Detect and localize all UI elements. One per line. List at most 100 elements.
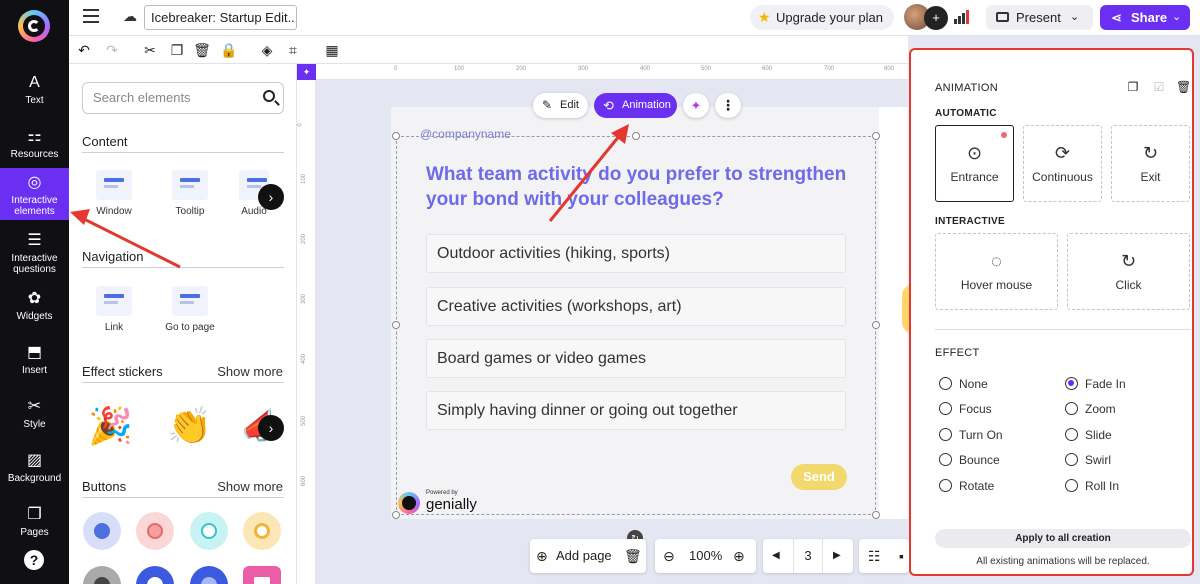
resize-handle[interactable] bbox=[392, 132, 400, 140]
copy-icon[interactable]: ❐ bbox=[168, 41, 186, 59]
sidebar-item-pages[interactable]: ❐ Pages bbox=[0, 500, 69, 550]
effect-radio-zoom[interactable]: Zoom bbox=[1065, 402, 1116, 416]
previous-page-icon[interactable]: ◀ bbox=[772, 539, 780, 573]
sidebar-item-label: Background bbox=[7, 473, 62, 484]
clapping-hands-sticker-icon[interactable]: 👏 bbox=[167, 404, 212, 448]
resize-handle[interactable] bbox=[872, 321, 880, 329]
delete-animation-icon[interactable]: 🗑 bbox=[1176, 80, 1191, 94]
sidebar-item-widgets[interactable]: ✿ Widgets bbox=[0, 284, 69, 334]
resize-handle[interactable] bbox=[632, 132, 640, 140]
effect-radio-swirl[interactable]: Swirl bbox=[1065, 453, 1111, 467]
effect-radio-rotate[interactable]: Rotate bbox=[939, 479, 994, 493]
share-button[interactable]: ⋖ Share ⌄ bbox=[1100, 5, 1190, 30]
more-options-icon[interactable]: ⋮ bbox=[715, 93, 741, 118]
pin-icon[interactable]: ✦ bbox=[297, 64, 316, 80]
redo-icon[interactable]: ↷ bbox=[103, 41, 121, 59]
checklist-icon[interactable]: ☷ bbox=[868, 539, 881, 573]
upgrade-plan-button[interactable]: ★ Upgrade your plan bbox=[750, 5, 894, 30]
continuous-animation-card[interactable]: ⟳ Continuous bbox=[1023, 125, 1102, 202]
current-page[interactable]: 3 bbox=[793, 539, 823, 573]
party-popper-sticker-icon[interactable]: 🎉 bbox=[88, 404, 133, 448]
delete-icon[interactable]: 🗑 bbox=[193, 41, 211, 59]
sidebar-item-insert[interactable]: ⬒ Insert bbox=[0, 338, 69, 388]
next-page-icon[interactable]: ▶ bbox=[833, 539, 841, 573]
effect-radio-slide[interactable]: Slide bbox=[1065, 428, 1112, 442]
answer-option[interactable]: Board games or video games bbox=[426, 339, 846, 378]
sidebar-item-interactive-elements[interactable]: ◎ Interactive elements bbox=[0, 168, 69, 220]
link-icon bbox=[96, 286, 132, 316]
effect-stickers-show-more[interactable]: Show more bbox=[217, 364, 283, 379]
chevron-right-icon[interactable]: › bbox=[258, 415, 284, 441]
effect-radio-bounce[interactable]: Bounce bbox=[939, 453, 1000, 467]
tile-go-to-page[interactable]: Go to page bbox=[160, 286, 220, 333]
resize-handle[interactable] bbox=[872, 511, 880, 519]
search-input[interactable]: Search elements bbox=[82, 82, 284, 114]
ai-sparkle-icon[interactable]: ✦ bbox=[683, 93, 709, 118]
button-style-blue-link[interactable] bbox=[190, 566, 228, 584]
document-title-field[interactable]: Icebreaker: Startup Edit... bbox=[144, 5, 297, 30]
button-style-link[interactable] bbox=[83, 566, 121, 584]
button-style-pink[interactable] bbox=[136, 512, 174, 550]
page-navigation: ◀ 3 ▶ bbox=[763, 539, 853, 573]
sidebar-item-interactive-questions[interactable]: ☰ Interactive questions bbox=[0, 226, 69, 276]
resize-handle[interactable] bbox=[872, 132, 880, 140]
tile-link[interactable]: Link bbox=[84, 286, 144, 333]
sidebar-item-background[interactable]: ▨ Background bbox=[0, 446, 69, 496]
effect-radio-turn-on[interactable]: Turn On bbox=[939, 428, 1003, 442]
radio-label: Rotate bbox=[959, 479, 995, 493]
sidebar-item-text[interactable]: A Text bbox=[0, 68, 69, 118]
lock-icon[interactable]: 🔒 bbox=[220, 41, 238, 59]
zoom-out-icon[interactable]: ⊖ bbox=[663, 539, 675, 573]
present-button[interactable]: Present ⌄ bbox=[986, 5, 1093, 30]
help-icon[interactable]: ? bbox=[24, 550, 44, 570]
crop-icon[interactable]: ⌗ bbox=[284, 41, 302, 59]
comments-icon[interactable]: ▪ bbox=[899, 539, 904, 573]
paste-animation-icon[interactable]: ☑ bbox=[1152, 80, 1166, 94]
transparency-icon[interactable]: ▦ bbox=[323, 41, 341, 59]
animation-button[interactable]: ⟲ Animation bbox=[594, 93, 677, 118]
buttons-section-title: Buttons bbox=[82, 479, 127, 494]
button-style-magenta[interactable] bbox=[243, 566, 281, 584]
sidebar-item-style[interactable]: ✂ Style bbox=[0, 392, 69, 442]
button-style-dark-blue[interactable] bbox=[136, 566, 174, 584]
effect-radio-none[interactable]: None bbox=[939, 377, 988, 391]
button-style-blue[interactable] bbox=[83, 512, 121, 550]
hover-mouse-animation-card[interactable]: ◌ Hover mouse bbox=[935, 233, 1058, 310]
ruler-tick: 200 bbox=[301, 233, 308, 245]
effect-radio-fade-in[interactable]: Fade In bbox=[1065, 377, 1126, 391]
tile-tooltip[interactable]: Tooltip bbox=[160, 170, 220, 217]
effect-radio-roll-in[interactable]: Roll In bbox=[1065, 479, 1119, 493]
collaborators[interactable]: + bbox=[904, 4, 950, 32]
send-button[interactable]: Send bbox=[791, 464, 847, 490]
answer-option[interactable]: Outdoor activities (hiking, sports) bbox=[426, 234, 846, 273]
genially-logo-icon[interactable] bbox=[18, 10, 50, 42]
edit-element-button[interactable]: ✎ Edit bbox=[533, 93, 588, 118]
zoom-in-icon[interactable]: ⊕ bbox=[733, 539, 745, 573]
answer-option[interactable]: Creative activities (workshops, art) bbox=[426, 287, 846, 326]
tile-window[interactable]: Window bbox=[84, 170, 144, 217]
click-animation-card[interactable]: ↻ Click bbox=[1067, 233, 1190, 310]
menu-icon[interactable] bbox=[83, 9, 99, 23]
search-icon[interactable] bbox=[263, 90, 275, 102]
button-style-teal[interactable] bbox=[190, 512, 228, 550]
add-user-icon[interactable]: + bbox=[924, 6, 948, 30]
apply-to-all-button[interactable]: Apply to all creation bbox=[935, 529, 1191, 548]
sidebar-item-resources[interactable]: ⚏ Resources bbox=[0, 122, 69, 172]
layers-icon[interactable]: ◈ bbox=[258, 41, 276, 59]
undo-icon[interactable]: ↶ bbox=[75, 41, 93, 59]
exit-animation-card[interactable]: ↻ Exit bbox=[1111, 125, 1190, 202]
ruler-tick: 300 bbox=[301, 293, 308, 305]
horizontal-ruler: 0 100 200 300 400 500 600 700 800 bbox=[316, 64, 908, 80]
copy-animation-icon[interactable]: ❐ bbox=[1126, 80, 1140, 94]
effect-radio-focus[interactable]: Focus bbox=[939, 402, 992, 416]
add-page-button[interactable]: ⊕ Add page 🗑 bbox=[530, 539, 646, 573]
cut-icon[interactable]: ✂ bbox=[141, 41, 159, 59]
entrance-animation-card[interactable]: ⊙ Entrance bbox=[935, 125, 1014, 202]
animation-label: Animation bbox=[622, 99, 671, 111]
resize-handle[interactable] bbox=[392, 321, 400, 329]
answer-option[interactable]: Simply having dinner or going out togeth… bbox=[426, 391, 846, 430]
button-style-yellow[interactable] bbox=[243, 512, 281, 550]
chevron-right-icon[interactable]: › bbox=[258, 184, 284, 210]
buttons-show-more[interactable]: Show more bbox=[217, 479, 283, 494]
delete-page-icon[interactable]: 🗑 bbox=[624, 539, 642, 573]
